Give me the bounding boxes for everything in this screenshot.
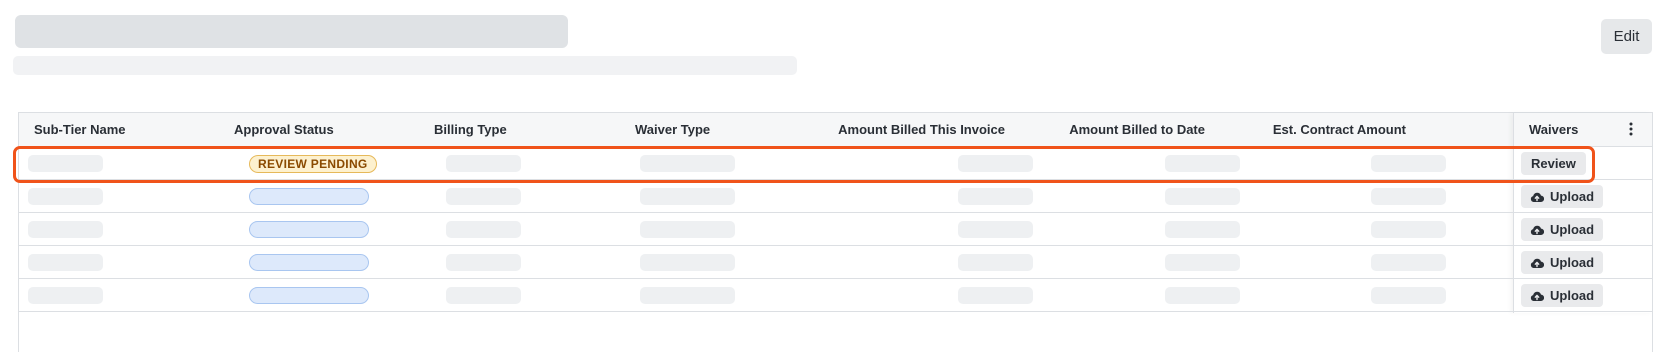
upload-button-label: Upload bbox=[1550, 255, 1595, 270]
table-row[interactable]: Upload bbox=[19, 246, 1652, 279]
status-placeholder bbox=[249, 287, 369, 304]
page-subtitle-placeholder bbox=[13, 56, 797, 75]
cloud-upload-icon bbox=[1530, 291, 1544, 301]
table-row[interactable]: REVIEW PENDING Review bbox=[19, 147, 1652, 180]
est-contract-amount-placeholder bbox=[1371, 221, 1446, 238]
sub-tier-name-placeholder bbox=[28, 287, 103, 304]
sub-tier-name-placeholder bbox=[28, 254, 103, 271]
amount-to-date-placeholder bbox=[1165, 254, 1240, 271]
amount-to-date-placeholder bbox=[1165, 155, 1240, 172]
sub-tier-name-placeholder bbox=[28, 155, 103, 172]
cloud-upload-icon bbox=[1530, 225, 1544, 235]
billing-type-placeholder bbox=[446, 287, 521, 304]
status-placeholder bbox=[249, 254, 369, 271]
cloud-upload-icon bbox=[1530, 192, 1544, 202]
table-header: Sub-Tier Name Approval Status Billing Ty… bbox=[19, 113, 1652, 147]
amount-this-invoice-placeholder bbox=[958, 287, 1033, 304]
billing-type-placeholder bbox=[446, 155, 521, 172]
status-placeholder bbox=[249, 221, 369, 238]
cloud-upload-icon bbox=[1530, 258, 1544, 268]
waiver-type-placeholder bbox=[640, 221, 735, 238]
column-header-approval-status[interactable]: Approval Status bbox=[234, 113, 334, 146]
est-contract-amount-placeholder bbox=[1371, 155, 1446, 172]
est-contract-amount-placeholder bbox=[1371, 188, 1446, 205]
billing-type-placeholder bbox=[446, 254, 521, 271]
table-row[interactable]: Upload bbox=[19, 213, 1652, 246]
amount-this-invoice-placeholder bbox=[958, 254, 1033, 271]
table-row[interactable]: Upload bbox=[19, 180, 1652, 213]
sub-tier-name-placeholder bbox=[28, 221, 103, 238]
waiver-type-placeholder bbox=[640, 287, 735, 304]
edit-button[interactable]: Edit bbox=[1601, 19, 1652, 54]
upload-button[interactable]: Upload bbox=[1521, 284, 1604, 307]
amount-this-invoice-placeholder bbox=[958, 221, 1033, 238]
upload-button-label: Upload bbox=[1550, 222, 1595, 237]
column-header-amount-billed-this-invoice[interactable]: Amount Billed This Invoice bbox=[805, 113, 1005, 146]
billing-type-placeholder bbox=[446, 188, 521, 205]
status-badge: REVIEW PENDING bbox=[249, 155, 377, 173]
amount-to-date-placeholder bbox=[1165, 188, 1240, 205]
amount-to-date-placeholder bbox=[1165, 221, 1240, 238]
upload-button[interactable]: Upload bbox=[1521, 251, 1604, 274]
waiver-type-placeholder bbox=[640, 254, 735, 271]
review-button[interactable]: Review bbox=[1521, 152, 1586, 175]
billing-type-placeholder bbox=[446, 221, 521, 238]
column-header-est-contract-amount[interactable]: Est. Contract Amount bbox=[1206, 113, 1406, 146]
column-header-amount-billed-to-date[interactable]: Amount Billed to Date bbox=[1005, 113, 1205, 146]
table-row[interactable]: Upload bbox=[19, 279, 1652, 312]
est-contract-amount-placeholder bbox=[1371, 287, 1446, 304]
upload-button-label: Upload bbox=[1550, 189, 1595, 204]
amount-this-invoice-placeholder bbox=[958, 155, 1033, 172]
sub-tier-table: Sub-Tier Name Approval Status Billing Ty… bbox=[18, 112, 1653, 352]
est-contract-amount-placeholder bbox=[1371, 254, 1446, 271]
column-header-sub-tier-name[interactable]: Sub-Tier Name bbox=[34, 113, 126, 146]
amount-this-invoice-placeholder bbox=[958, 188, 1033, 205]
status-placeholder bbox=[249, 188, 369, 205]
review-button-label: Review bbox=[1531, 156, 1576, 171]
page-title-placeholder bbox=[15, 15, 568, 48]
waiver-type-placeholder bbox=[640, 188, 735, 205]
upload-button[interactable]: Upload bbox=[1521, 218, 1604, 241]
waiver-type-placeholder bbox=[640, 155, 735, 172]
upload-button[interactable]: Upload bbox=[1521, 185, 1604, 208]
sub-tier-name-placeholder bbox=[28, 188, 103, 205]
column-header-waiver-type[interactable]: Waiver Type bbox=[635, 113, 710, 146]
amount-to-date-placeholder bbox=[1165, 287, 1240, 304]
column-header-billing-type[interactable]: Billing Type bbox=[434, 113, 507, 146]
upload-button-label: Upload bbox=[1550, 288, 1595, 303]
